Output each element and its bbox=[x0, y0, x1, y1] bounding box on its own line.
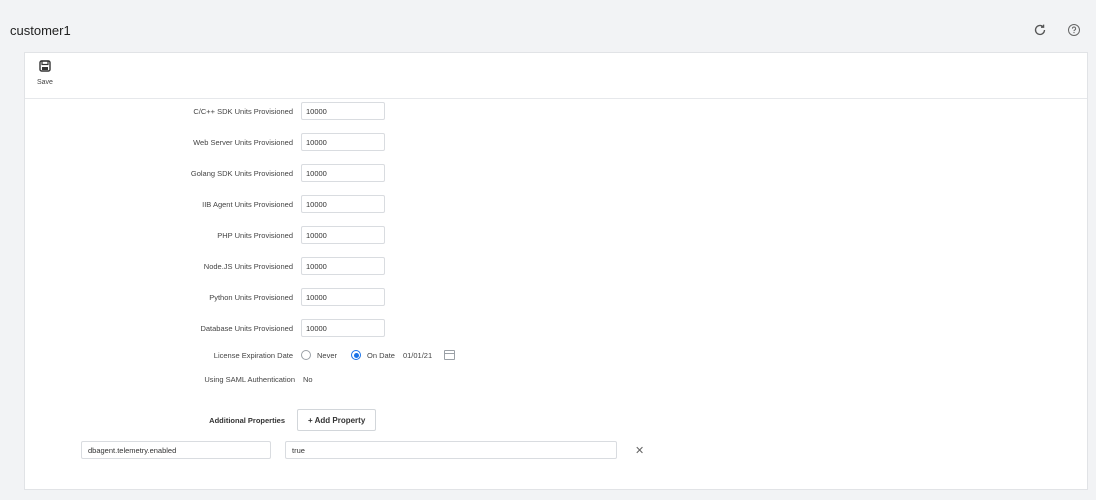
on-date-radio-label: On Date bbox=[367, 350, 395, 360]
never-radio[interactable] bbox=[301, 350, 311, 360]
expiration-date-value[interactable]: 01/01/21 bbox=[403, 351, 432, 360]
page-header: customer1 bbox=[10, 10, 1086, 50]
license-expiration-options: Never On Date 01/01/21 bbox=[301, 350, 456, 360]
remove-property-icon[interactable]: ✕ bbox=[635, 444, 644, 457]
field-label: PHP Units Provisioned bbox=[217, 230, 293, 240]
nodejs-units-input[interactable] bbox=[301, 257, 385, 275]
field-row-golang: Golang SDK Units Provisioned bbox=[25, 163, 385, 183]
field-label: Web Server Units Provisioned bbox=[193, 137, 293, 147]
additional-properties-title: Additional Properties bbox=[209, 415, 285, 425]
field-label: IIB Agent Units Provisioned bbox=[202, 199, 293, 209]
save-button[interactable]: Save bbox=[37, 59, 53, 86]
property-row: ✕ bbox=[81, 441, 644, 459]
iib-units-input[interactable] bbox=[301, 195, 385, 213]
page-title: customer1 bbox=[10, 22, 71, 38]
field-label: Node.JS Units Provisioned bbox=[203, 261, 293, 271]
field-row-database: Database Units Provisioned bbox=[25, 318, 385, 338]
property-value-input[interactable] bbox=[285, 441, 617, 459]
never-radio-label: Never bbox=[317, 350, 338, 360]
on-date-radio[interactable] bbox=[351, 350, 362, 360]
field-label: Python Units Provisioned bbox=[209, 292, 293, 302]
saml-value: No bbox=[303, 374, 313, 384]
php-units-input[interactable] bbox=[301, 226, 385, 244]
help-icon[interactable] bbox=[1066, 22, 1082, 38]
field-row-python: Python Units Provisioned bbox=[25, 287, 385, 307]
saml-label: Using SAML Authentication bbox=[204, 374, 295, 384]
form-panel: Save C/C++ SDK Units Provisioned Web Ser… bbox=[24, 52, 1088, 490]
add-property-button[interactable]: + Add Property bbox=[297, 409, 377, 431]
field-row-cpp: C/C++ SDK Units Provisioned bbox=[25, 101, 385, 121]
floppy-disk-icon bbox=[39, 59, 51, 77]
cpp-units-input[interactable] bbox=[301, 102, 385, 120]
python-units-input[interactable] bbox=[301, 288, 385, 306]
toolbar: Save bbox=[25, 53, 1087, 99]
header-actions bbox=[1032, 22, 1086, 38]
field-row-iib: IIB Agent Units Provisioned bbox=[25, 194, 385, 214]
saml-row: Using SAML Authentication No bbox=[25, 369, 313, 389]
license-expiration-row: License Expiration Date Never On Date 01… bbox=[25, 345, 456, 365]
golang-units-input[interactable] bbox=[301, 164, 385, 182]
database-units-input[interactable] bbox=[301, 319, 385, 337]
field-label: Database Units Provisioned bbox=[200, 323, 293, 333]
refresh-icon[interactable] bbox=[1032, 22, 1048, 38]
field-row-nodejs: Node.JS Units Provisioned bbox=[25, 256, 385, 276]
calendar-icon[interactable] bbox=[444, 350, 456, 360]
save-button-label: Save bbox=[37, 79, 53, 86]
property-key-input[interactable] bbox=[81, 441, 271, 459]
webserver-units-input[interactable] bbox=[301, 133, 385, 151]
field-label: Golang SDK Units Provisioned bbox=[190, 168, 293, 178]
field-row-webserver: Web Server Units Provisioned bbox=[25, 132, 385, 152]
field-row-php: PHP Units Provisioned bbox=[25, 225, 385, 245]
additional-properties-header: Additional Properties + Add Property bbox=[175, 409, 377, 431]
license-expiration-label: License Expiration Date bbox=[213, 350, 293, 360]
field-label: C/C++ SDK Units Provisioned bbox=[193, 106, 293, 116]
